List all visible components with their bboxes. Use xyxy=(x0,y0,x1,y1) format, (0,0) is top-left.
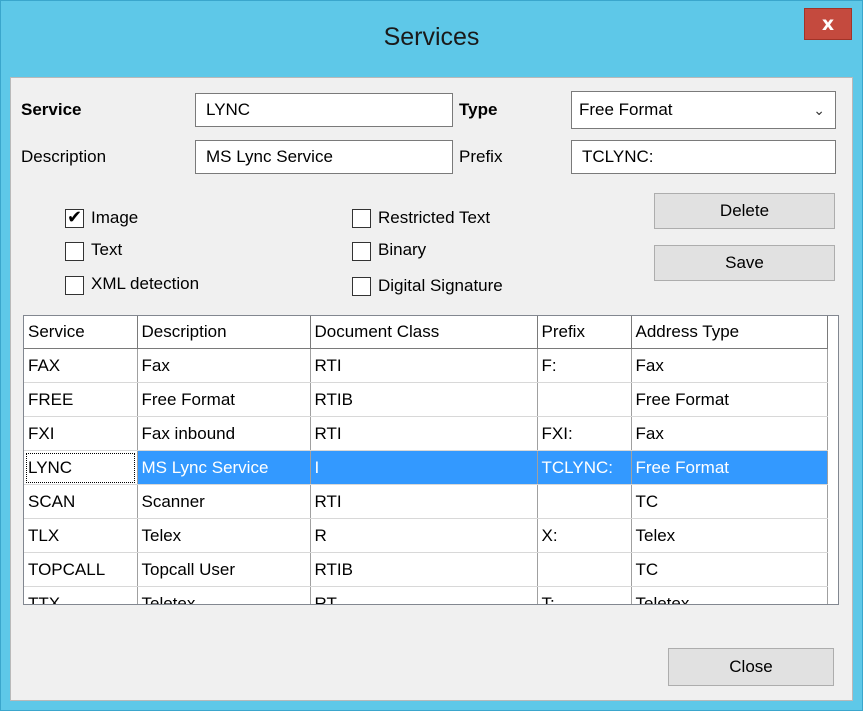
type-select[interactable]: Free Format ⌄ xyxy=(571,91,836,129)
column-header-description[interactable]: Description xyxy=(137,316,311,349)
text-checkbox[interactable] xyxy=(65,242,84,261)
chevron-down-icon[interactable]: ⌄ xyxy=(813,92,825,128)
table-cell: TCLYNC: xyxy=(537,450,632,485)
delete-button[interactable]: Delete xyxy=(654,193,835,229)
table-cell: FAX xyxy=(24,348,138,383)
text-checkbox-label[interactable]: Text xyxy=(91,240,122,260)
table-row[interactable]: TTX Teletex RT T: Teletex xyxy=(24,586,828,604)
dialog-client-area: Service LYNC Type Free Format ⌄ Descript… xyxy=(10,77,853,701)
table-cell-focused: LYNC xyxy=(24,450,138,485)
table-cell: RT xyxy=(310,586,538,604)
table-cell xyxy=(537,484,632,519)
digital-signature-checkbox[interactable] xyxy=(352,277,371,296)
table-cell: RTIB xyxy=(310,552,538,587)
table-cell: RTI xyxy=(310,484,538,519)
table-cell: TLX xyxy=(24,518,138,553)
table-cell: Telex xyxy=(631,518,828,553)
save-button[interactable]: Save xyxy=(654,245,835,281)
column-header-document-class[interactable]: Document Class xyxy=(310,316,538,349)
prefix-input[interactable]: TCLYNC: xyxy=(571,140,836,174)
check-icon: ✔ xyxy=(67,207,83,227)
restricted-text-checkbox[interactable] xyxy=(352,209,371,228)
column-header-service[interactable]: Service xyxy=(24,316,138,349)
image-checkbox[interactable]: ✔ xyxy=(65,207,84,228)
table-cell: TTX xyxy=(24,586,138,604)
table-cell: Free Format xyxy=(631,382,828,417)
table-row[interactable]: FREE Free Format RTIB Free Format xyxy=(24,382,828,417)
table-cell: TOPCALL xyxy=(24,552,138,587)
table-cell: RTI xyxy=(310,416,538,451)
window-title: Services xyxy=(383,23,480,51)
close-window-button[interactable]: x xyxy=(804,8,852,40)
column-header-prefix[interactable]: Prefix xyxy=(537,316,632,349)
table-cell: X: xyxy=(537,518,632,553)
table-cell: TC xyxy=(631,484,828,519)
table-cell: RTI xyxy=(310,348,538,383)
prefix-label: Prefix xyxy=(459,147,503,166)
table-cell: Fax xyxy=(631,348,828,383)
xml-detection-checkbox-label[interactable]: XML detection xyxy=(91,274,199,294)
services-window: Services x Service LYNC Type Free Format… xyxy=(0,0,863,711)
xml-detection-checkbox[interactable] xyxy=(65,276,84,295)
table-row[interactable]: FAX Fax RTI F: Fax xyxy=(24,348,828,383)
table-cell: Fax xyxy=(137,348,311,383)
description-input[interactable]: MS Lync Service xyxy=(195,140,453,174)
table-cell: MS Lync Service xyxy=(137,450,311,485)
close-icon: x xyxy=(821,13,835,35)
table-cell: RTIB xyxy=(310,382,538,417)
table-row-selected[interactable]: LYNC MS Lync Service I TCLYNC: Free Form… xyxy=(24,450,828,485)
services-grid: Service Description Document Class Prefi… xyxy=(24,316,828,604)
table-cell: Free Format xyxy=(137,382,311,417)
services-table[interactable]: Service Description Document Class Prefi… xyxy=(23,315,839,605)
binary-checkbox-label[interactable]: Binary xyxy=(378,240,426,260)
restricted-text-checkbox-label[interactable]: Restricted Text xyxy=(378,208,490,228)
title-bar[interactable]: Services x xyxy=(1,1,862,77)
table-row[interactable]: FXI Fax inbound RTI FXI: Fax xyxy=(24,416,828,451)
table-cell: R xyxy=(310,518,538,553)
close-button[interactable]: Close xyxy=(668,648,834,686)
table-cell: Fax xyxy=(631,416,828,451)
service-input[interactable]: LYNC xyxy=(195,93,453,127)
table-cell: FXI xyxy=(24,416,138,451)
table-cell: TC xyxy=(631,552,828,587)
table-cell xyxy=(537,382,632,417)
table-cell: T: xyxy=(537,586,632,604)
table-row[interactable]: TLX Telex R X: Telex xyxy=(24,518,828,553)
table-cell: Scanner xyxy=(137,484,311,519)
table-row[interactable]: TOPCALL Topcall User RTIB TC xyxy=(24,552,828,587)
table-cell: Fax inbound xyxy=(137,416,311,451)
table-header-row: Service Description Document Class Prefi… xyxy=(24,316,828,349)
service-label: Service xyxy=(21,100,82,119)
table-cell xyxy=(537,552,632,587)
table-cell: Telex xyxy=(137,518,311,553)
table-cell: F: xyxy=(537,348,632,383)
table-cell: I xyxy=(310,450,538,485)
description-label: Description xyxy=(21,147,107,166)
table-cell: Teletex xyxy=(137,586,311,604)
image-checkbox-label[interactable]: Image xyxy=(91,208,138,228)
table-row[interactable]: SCAN Scanner RTI TC xyxy=(24,484,828,519)
table-cell: Topcall User xyxy=(137,552,311,587)
table-cell: FXI: xyxy=(537,416,632,451)
table-cell: FREE xyxy=(24,382,138,417)
table-cell: SCAN xyxy=(24,484,138,519)
column-header-address-type[interactable]: Address Type xyxy=(631,316,828,349)
table-cell: Teletex xyxy=(631,586,828,604)
type-selected-value: Free Format xyxy=(579,100,673,119)
table-cell: Free Format xyxy=(631,450,828,485)
digital-signature-checkbox-label[interactable]: Digital Signature xyxy=(378,276,503,296)
type-label: Type xyxy=(459,100,498,119)
binary-checkbox[interactable] xyxy=(352,242,371,261)
